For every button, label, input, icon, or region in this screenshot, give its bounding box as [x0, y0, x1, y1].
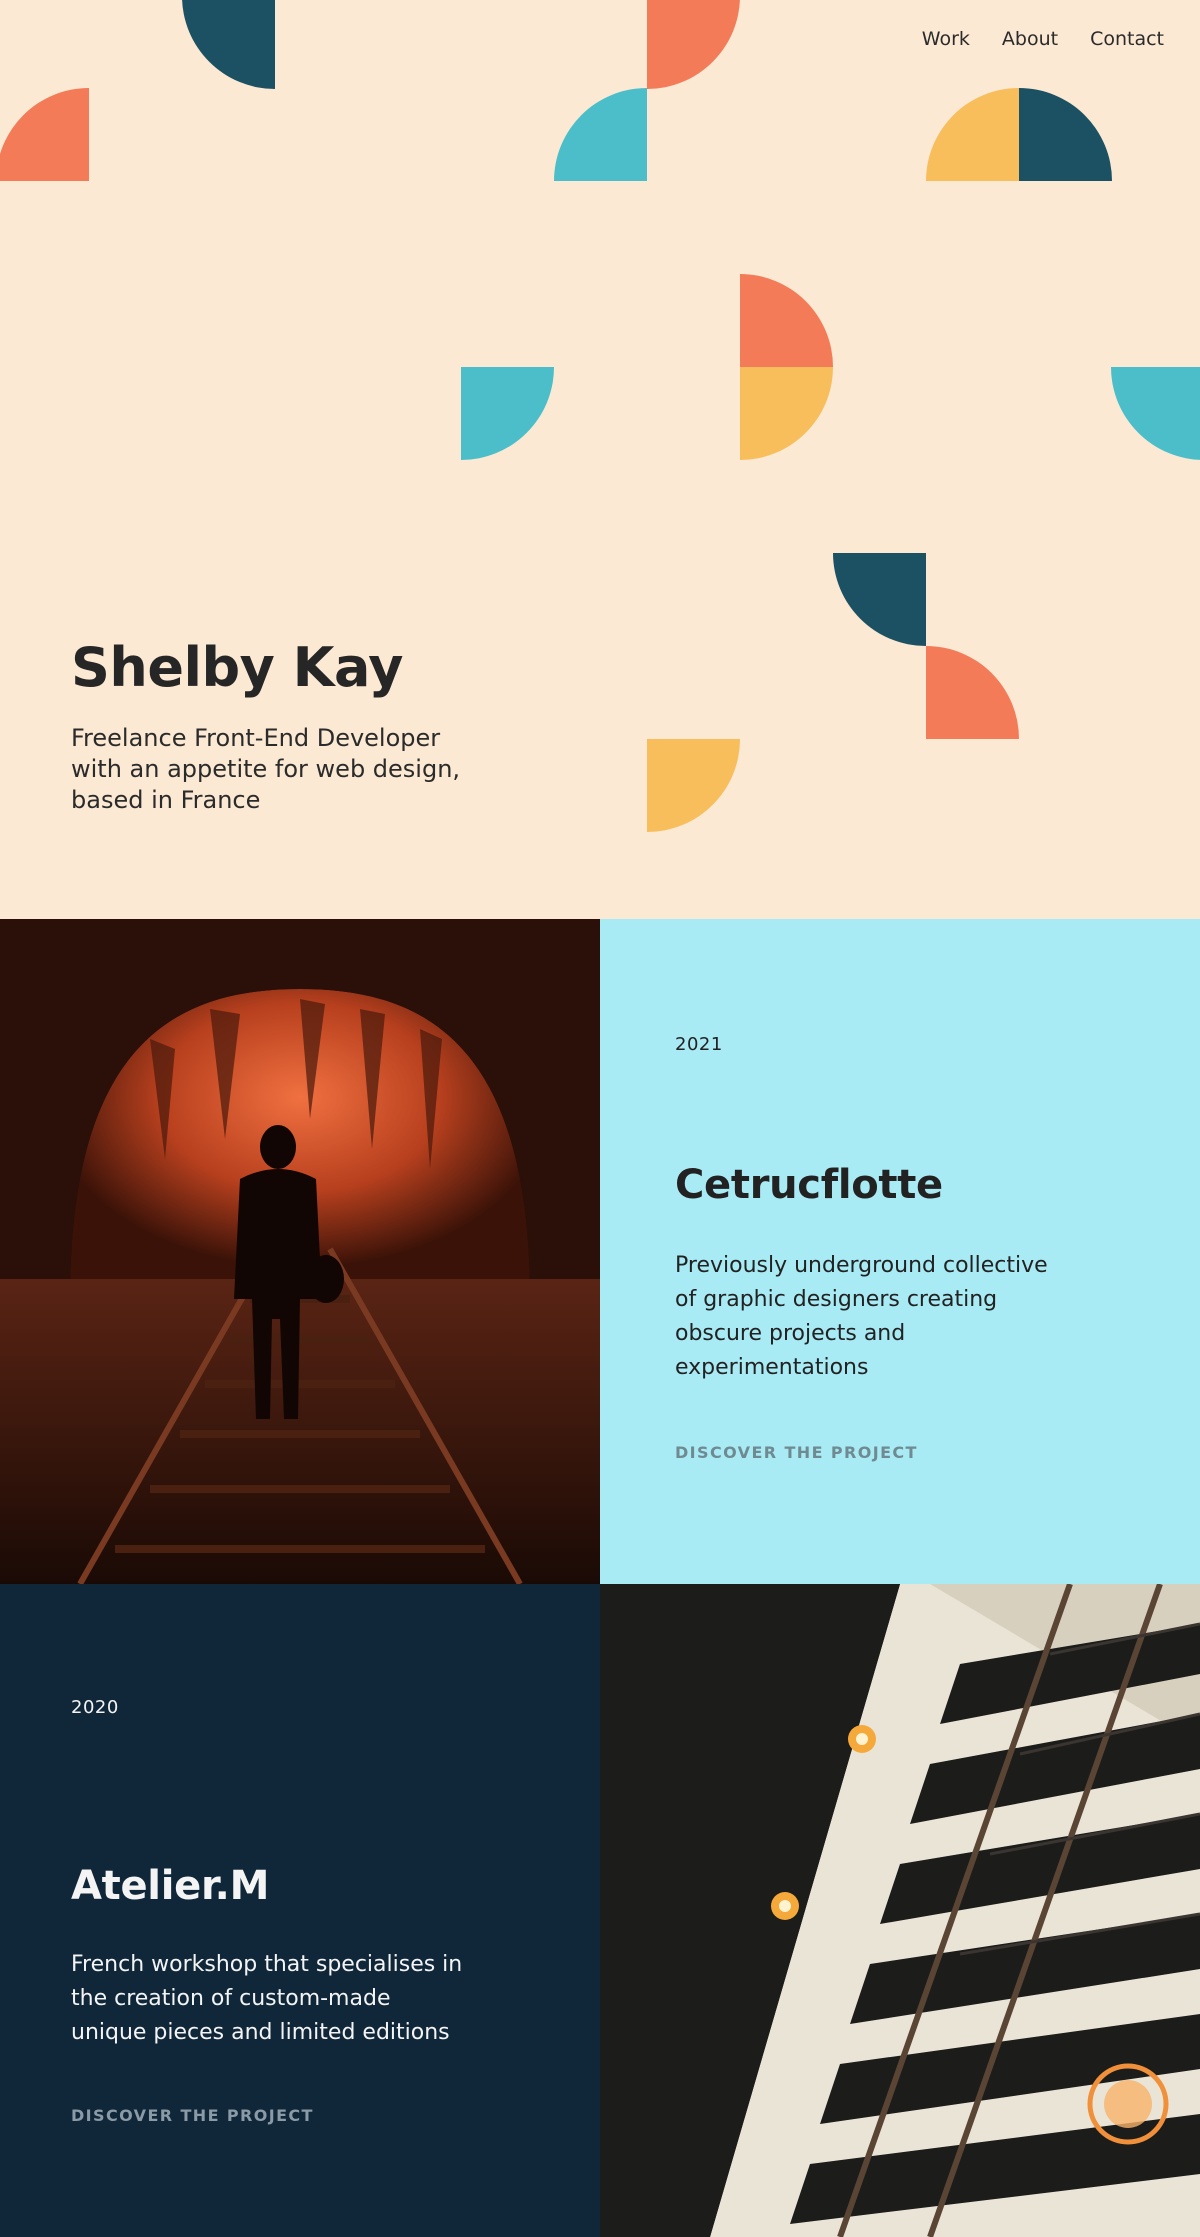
- quarter-circle-shape: [554, 88, 647, 181]
- project-row: 2020 Atelier.M French workshop that spec…: [0, 1584, 1200, 2237]
- quarter-circle-shape: [740, 367, 833, 460]
- project-year: 2021: [675, 1034, 723, 1055]
- quarter-circle-shape: [833, 553, 926, 646]
- hero-tagline: Freelance Front-End Developer with an ap…: [71, 724, 461, 814]
- quarter-circle-shape: [1019, 88, 1112, 181]
- project-description: Previously underground collective of gra…: [675, 1253, 1048, 1380]
- quarter-circle-shape: [740, 274, 833, 367]
- quarter-circle-shape: [1111, 367, 1200, 460]
- project-info-panel: 2021 Cetrucflotte Previously underground…: [600, 919, 1200, 1584]
- quarter-circle-shape: [647, 739, 740, 832]
- hero-name: Shelby Kay: [71, 636, 403, 699]
- nav-link-about[interactable]: About: [1002, 28, 1058, 50]
- project-info-panel: 2020 Atelier.M French workshop that spec…: [0, 1584, 600, 2237]
- quarter-circle-shape: [926, 646, 1019, 739]
- nav-link-work[interactable]: Work: [922, 28, 970, 50]
- project-year: 2020: [71, 1697, 119, 1718]
- project-title: Atelier.M: [71, 1863, 270, 1909]
- main-nav: Work About Contact: [922, 28, 1164, 50]
- nav-link-contact[interactable]: Contact: [1090, 28, 1164, 50]
- project-row: 2021 Cetrucflotte Previously underground…: [0, 919, 1200, 1584]
- quarter-circle-shape: [647, 0, 740, 89]
- quarter-circle-shape: [461, 367, 554, 460]
- hero-section: Work About Contact Shelby Kay Freelance …: [0, 0, 1200, 919]
- discover-project-link[interactable]: DISCOVER THE PROJECT: [675, 1443, 918, 1462]
- project-description: French workshop that specialises in the …: [71, 1952, 463, 2045]
- tunnel-railway-photo: [0, 919, 600, 1584]
- staircase-lamps-photo: [600, 1584, 1200, 2237]
- quarter-circle-shape: [182, 0, 275, 89]
- project-title: Cetrucflotte: [675, 1162, 943, 1208]
- quarter-circle-shape: [926, 88, 1019, 181]
- discover-project-link[interactable]: DISCOVER THE PROJECT: [71, 2106, 314, 2125]
- quarter-circle-shape: [0, 88, 89, 181]
